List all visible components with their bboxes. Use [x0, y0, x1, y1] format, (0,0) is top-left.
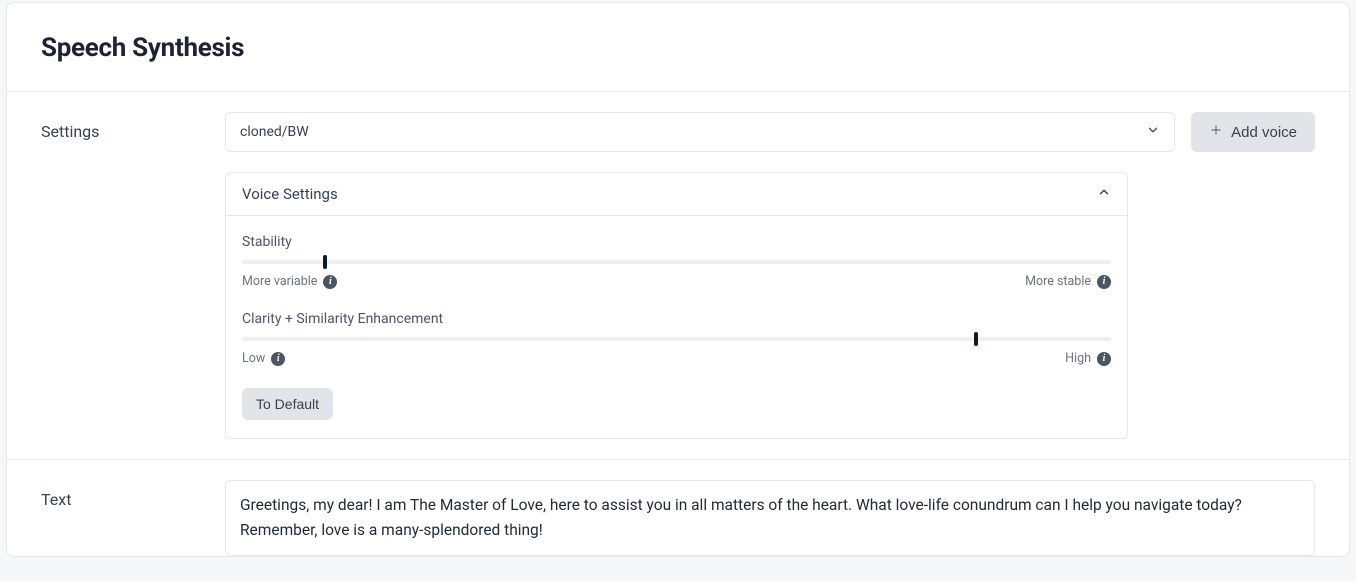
- stability-block: Stability More variable i More stable: [242, 234, 1111, 289]
- voice-row: cloned/BW Add voice: [225, 112, 1315, 152]
- card-header: Speech Synthesis: [7, 3, 1349, 92]
- add-voice-label: Add voice: [1231, 124, 1297, 141]
- plus-icon: [1209, 123, 1223, 141]
- info-icon[interactable]: i: [323, 275, 337, 289]
- text-label: Text: [41, 480, 225, 556]
- chevron-up-icon: [1097, 185, 1111, 203]
- add-voice-button[interactable]: Add voice: [1191, 112, 1315, 152]
- stability-high-end: More stable i: [1025, 274, 1111, 289]
- text-section: Text: [7, 460, 1349, 556]
- clarity-block: Clarity + Similarity Enhancement Low i H…: [242, 311, 1111, 366]
- voice-select[interactable]: cloned/BW: [225, 112, 1175, 152]
- clarity-title: Clarity + Similarity Enhancement: [242, 311, 1111, 327]
- clarity-low-end: Low i: [242, 351, 285, 366]
- voice-settings-body: Stability More variable i More stable: [226, 216, 1127, 438]
- clarity-labels: Low i High i: [242, 351, 1111, 366]
- stability-slider[interactable]: [242, 260, 1111, 264]
- to-default-button[interactable]: To Default: [242, 388, 333, 420]
- settings-body: cloned/BW Add voice Voice Settings: [225, 112, 1315, 439]
- page-title: Speech Synthesis: [41, 33, 1315, 63]
- clarity-low-label: Low: [242, 351, 265, 366]
- text-input[interactable]: [225, 480, 1315, 556]
- clarity-slider[interactable]: [242, 337, 1111, 341]
- info-icon[interactable]: i: [271, 352, 285, 366]
- voice-settings-toggle[interactable]: Voice Settings: [226, 173, 1127, 216]
- settings-label: Settings: [41, 112, 225, 439]
- clarity-high-end: High i: [1065, 351, 1111, 366]
- stability-low-end: More variable i: [242, 274, 337, 289]
- voice-selected-value: cloned/BW: [240, 124, 309, 140]
- info-icon[interactable]: i: [1097, 275, 1111, 289]
- speech-synthesis-card: Speech Synthesis Settings cloned/BW Add …: [6, 2, 1350, 557]
- voice-settings-panel: Voice Settings Stability More variable: [225, 172, 1128, 439]
- stability-low-label: More variable: [242, 274, 317, 289]
- stability-labels: More variable i More stable i: [242, 274, 1111, 289]
- settings-section: Settings cloned/BW Add voice: [7, 92, 1349, 460]
- voice-settings-title: Voice Settings: [242, 185, 338, 203]
- clarity-high-label: High: [1065, 351, 1091, 366]
- chevron-down-icon: [1146, 123, 1160, 141]
- info-icon[interactable]: i: [1097, 352, 1111, 366]
- stability-thumb[interactable]: [323, 255, 327, 269]
- stability-high-label: More stable: [1025, 274, 1091, 289]
- clarity-thumb[interactable]: [974, 332, 978, 346]
- stability-title: Stability: [242, 234, 1111, 250]
